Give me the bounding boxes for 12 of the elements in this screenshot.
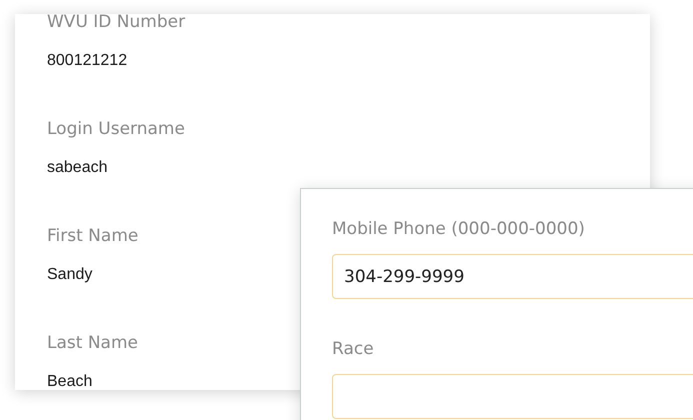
field-label: Last Name bbox=[47, 332, 138, 355]
field-value: Beach bbox=[47, 372, 92, 390]
field-value: sabeach bbox=[47, 158, 108, 178]
field-label: WVU ID Number bbox=[47, 14, 186, 34]
field-label: Race bbox=[332, 338, 374, 361]
field-label: Mobile Phone (000-000-0000) bbox=[332, 218, 585, 241]
field-value: 800121212 bbox=[47, 51, 128, 71]
field-label: First Name bbox=[47, 225, 138, 248]
input-field[interactable]: 304-299-9999 bbox=[332, 254, 693, 299]
input-field[interactable] bbox=[332, 374, 693, 419]
field-label: Login Username bbox=[47, 118, 185, 141]
field-value: Sandy bbox=[47, 265, 92, 285]
